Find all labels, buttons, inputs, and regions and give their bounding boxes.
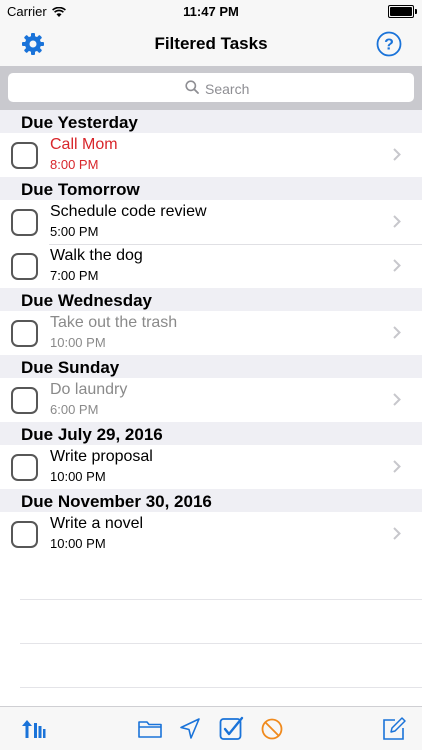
task-checkbox[interactable] <box>11 142 38 169</box>
task-title: Write proposal <box>50 448 153 465</box>
task-time: 8:00 PM <box>50 157 99 172</box>
search-input[interactable] <box>203 78 357 100</box>
section-header-due-wednesday: Due Wednesday <box>0 288 422 311</box>
task-row-write-a-novel[interactable]: Write a novel 10:00 PM <box>0 512 422 556</box>
search-bar <box>0 66 422 110</box>
task-title: Do laundry <box>50 381 128 398</box>
task-title: Walk the dog <box>50 247 143 264</box>
task-row-call-mom[interactable]: Call Mom 8:00 PM <box>0 133 422 177</box>
task-checkbox[interactable] <box>11 454 38 481</box>
task-checkbox[interactable] <box>11 521 38 548</box>
task-checkbox[interactable] <box>11 209 38 236</box>
task-title: Take out the trash <box>50 314 178 331</box>
task-time: 6:00 PM <box>50 402 99 417</box>
folder-icon[interactable] <box>137 716 163 742</box>
task-title: Schedule code review <box>50 203 207 220</box>
bottom-toolbar <box>0 706 422 750</box>
svg-text:?: ? <box>384 37 394 54</box>
task-title: Write a novel <box>50 515 144 532</box>
section-header-due-july-29-2016: Due July 29, 2016 <box>0 422 422 445</box>
task-time: 10:00 PM <box>50 335 106 350</box>
chevron-right-icon <box>393 460 401 473</box>
section-header-due-tomorrow: Due Tomorrow <box>0 177 422 200</box>
task-time: 10:00 PM <box>50 536 106 551</box>
search-icon <box>185 80 199 94</box>
location-arrow-icon[interactable] <box>177 716 203 742</box>
task-list: Due Yesterday Call Mom 8:00 PM Due Tomor… <box>0 110 422 556</box>
battery-icon <box>388 5 417 18</box>
task-time: 7:00 PM <box>50 268 99 283</box>
task-row-take-out-the-trash[interactable]: Take out the trash 10:00 PM <box>0 311 422 355</box>
chevron-right-icon <box>393 215 401 228</box>
task-title: Call Mom <box>50 136 118 153</box>
chevron-right-icon <box>393 148 401 161</box>
section-header-due-sunday: Due Sunday <box>0 355 422 378</box>
compose-icon[interactable] <box>381 716 407 742</box>
section-header-due-november-30-2016: Due November 30, 2016 <box>0 489 422 512</box>
task-row-schedule-code-review[interactable]: Schedule code review 5:00 PM <box>0 200 422 244</box>
search-field[interactable] <box>8 73 414 102</box>
task-row-walk-the-dog[interactable]: Walk the dog 7:00 PM <box>0 244 422 288</box>
task-checkbox[interactable] <box>11 253 38 280</box>
chevron-right-icon <box>393 527 401 540</box>
task-time: 5:00 PM <box>50 224 99 239</box>
help-icon[interactable]: ? <box>376 31 402 57</box>
task-checkbox[interactable] <box>11 387 38 414</box>
navigation-bar: Filtered Tasks ? <box>0 22 422 66</box>
empty-row <box>20 600 422 644</box>
section-header-due-yesterday: Due Yesterday <box>0 110 422 133</box>
empty-row-separators <box>20 556 422 688</box>
chevron-right-icon <box>393 326 401 339</box>
page-title: Filtered Tasks <box>154 34 268 53</box>
task-row-write-proposal[interactable]: Write proposal 10:00 PM <box>0 445 422 489</box>
clock: 11:47 PM <box>183 4 239 19</box>
cancel-icon[interactable] <box>259 716 285 742</box>
task-checkbox[interactable] <box>11 320 38 347</box>
task-row-do-laundry[interactable]: Do laundry 6:00 PM <box>0 378 422 422</box>
sort-icon[interactable] <box>20 716 46 742</box>
chevron-right-icon <box>393 259 401 272</box>
checkmark-box-icon[interactable] <box>218 716 244 742</box>
chevron-right-icon <box>393 393 401 406</box>
empty-row <box>20 556 422 600</box>
task-time: 10:00 PM <box>50 469 106 484</box>
status-bar: Carrier 11:47 PM <box>0 0 422 22</box>
empty-row <box>20 644 422 688</box>
